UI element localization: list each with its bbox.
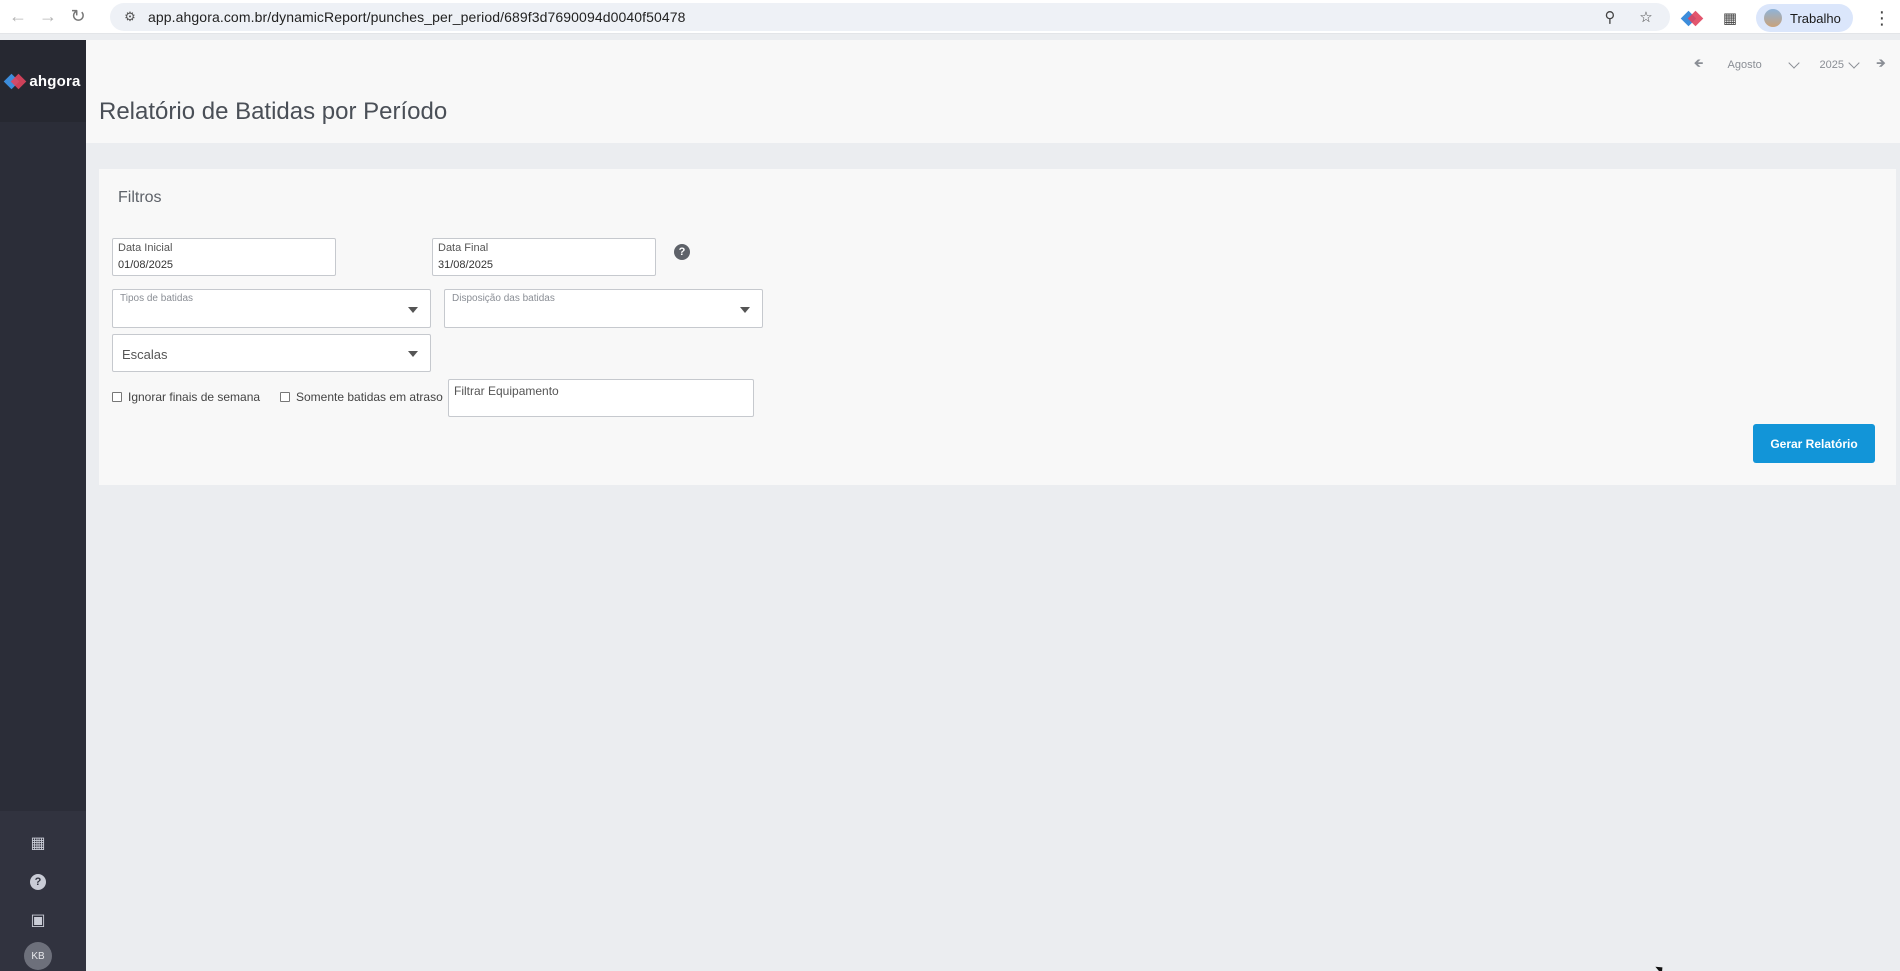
user-avatar[interactable]: KB — [24, 942, 52, 970]
only-late-label: Somente batidas em atraso — [296, 390, 443, 404]
bookmark-star-icon[interactable]: ☆ — [1636, 7, 1656, 27]
chevron-down-icon — [1848, 56, 1860, 69]
next-month-arrow-icon[interactable]: 🡺 — [1874, 54, 1888, 75]
profile-button[interactable]: Trabalho — [1756, 4, 1853, 32]
period-selector: 🡸 Agosto 2025 🡺 — [1692, 54, 1888, 75]
start-date-field[interactable]: Data Inicial 01/08/2025 — [112, 238, 336, 276]
punch-types-select[interactable]: Tipos de batidas — [112, 289, 431, 328]
forward-icon[interactable]: → — [36, 5, 60, 29]
start-date-label: Data Inicial — [118, 242, 173, 254]
sidebar-bottom: ▦ ? ▣ KB — [0, 811, 86, 971]
only-late-checkbox[interactable]: Somente batidas em atraso — [280, 390, 443, 404]
browser-toolbar: ← → ↻ ⚙ app.ahgora.com.br/dynamicReport/… — [0, 0, 1900, 34]
punch-layout-label: Disposição das batidas — [452, 293, 555, 304]
address-bar[interactable]: ⚙ app.ahgora.com.br/dynamicReport/punche… — [110, 3, 1670, 31]
end-date-label: Data Final — [438, 242, 489, 254]
generate-report-button[interactable]: Gerar Relatório — [1753, 424, 1875, 463]
profile-avatar — [1764, 9, 1782, 27]
caret-down-icon — [740, 307, 750, 313]
filters-title: Filtros — [118, 189, 162, 206]
punch-types-label: Tipos de batidas — [120, 293, 194, 304]
schedules-placeholder: Escalas — [122, 347, 168, 362]
schedules-select[interactable]: Escalas — [112, 334, 431, 372]
page-header: Relatório de Batidas por Período 🡸 Agost… — [86, 40, 1900, 143]
mouse-cursor-icon — [1655, 963, 1666, 971]
ignore-weekends-label: Ignorar finais de semana — [128, 390, 261, 404]
start-date-value: 01/08/2025 — [118, 259, 174, 271]
extensions-puzzle-icon[interactable]: ▦ — [1718, 6, 1742, 30]
help-icon[interactable]: ? — [28, 872, 48, 892]
punch-layout-select[interactable]: Disposição das batidas — [444, 289, 763, 328]
chevron-down-icon — [1787, 56, 1800, 69]
ahgora-extension-icon[interactable] — [1680, 6, 1704, 30]
sidebar: ahgora ▦ ? ▣ KB — [0, 40, 86, 971]
equipment-placeholder: Filtrar Equipamento — [454, 384, 559, 398]
site-info-icon[interactable]: ⚙ — [118, 5, 142, 29]
zoom-icon[interactable]: ⚲ — [1600, 7, 1620, 27]
month-select[interactable]: Agosto — [1727, 56, 1800, 71]
caret-down-icon — [408, 307, 418, 313]
year-select[interactable]: 2025 — [1819, 56, 1860, 71]
equipment-filter-input[interactable]: Filtrar Equipamento — [448, 379, 754, 417]
browser-menu-icon[interactable]: ⋮ — [1873, 8, 1891, 29]
reload-icon[interactable]: ↻ — [66, 5, 90, 29]
caret-down-icon — [408, 351, 418, 357]
brand-logo[interactable]: ahgora — [0, 40, 86, 122]
checkbox-box[interactable] — [280, 392, 290, 402]
back-icon[interactable]: ← — [6, 5, 30, 29]
profile-name: Trabalho — [1790, 10, 1841, 26]
brand-mark-icon — [4, 72, 27, 90]
page-title: Relatório de Batidas por Período — [99, 98, 448, 125]
previous-month-arrow-icon[interactable]: 🡸 — [1692, 54, 1706, 75]
ignore-weekends-checkbox[interactable]: Ignorar finais de semana — [112, 390, 260, 404]
building-icon[interactable]: ▣ — [28, 910, 48, 930]
filters-card: Filtros Data Inicial 01/08/2025 Data Fin… — [99, 169, 1896, 485]
end-date-value: 31/08/2025 — [438, 259, 494, 271]
url-text: app.ahgora.com.br/dynamicReport/punches_… — [148, 9, 686, 25]
apps-grid-icon[interactable]: ▦ — [28, 833, 48, 853]
end-date-field[interactable]: Data Final 31/08/2025 — [432, 238, 656, 276]
year-value: 2025 — [1819, 58, 1844, 71]
brand-name: ahgora — [29, 72, 81, 90]
help-question-icon[interactable]: ? — [674, 244, 690, 260]
month-value: Agosto — [1727, 58, 1762, 71]
checkbox-box[interactable] — [112, 392, 122, 402]
